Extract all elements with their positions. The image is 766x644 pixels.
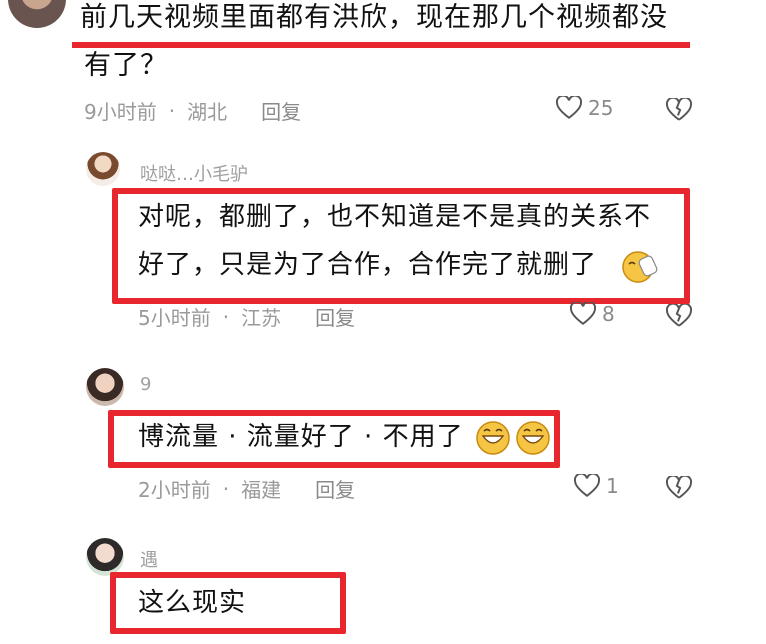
username[interactable]: 遇 <box>140 546 158 572</box>
location: 福建 <box>241 478 282 502</box>
username[interactable]: 9 <box>140 374 151 395</box>
broken-heart-icon <box>665 474 693 499</box>
reply-button[interactable]: 回复 <box>261 96 301 125</box>
like-count: 25 <box>588 96 614 120</box>
like-button[interactable]: 8 <box>570 302 615 326</box>
heart-icon <box>556 96 582 119</box>
reply-meta: 2小时前 · 福建 回复 <box>138 474 355 503</box>
reply-text-continued: 好了，只是为了合作，合作完了就删了 <box>138 250 598 280</box>
reply-text: 博流量 · 流量好了 · 不用了 <box>138 422 464 452</box>
comment-text: 前几天视频里面都有洪欣，现在那几个视频都没 <box>80 2 668 33</box>
like-count: 1 <box>606 474 619 498</box>
avatar[interactable] <box>86 368 124 406</box>
like-button[interactable]: 25 <box>556 96 613 120</box>
reply-text: 对呢，都删了，也不知道是不是真的关系不 <box>138 202 652 232</box>
location: 湖北 <box>187 100 228 124</box>
timestamp: 2小时前 <box>138 478 211 502</box>
heart-icon <box>574 474 600 497</box>
location: 江苏 <box>241 306 282 330</box>
timestamp: 5小时前 <box>138 306 211 330</box>
dislike-button[interactable] <box>665 474 693 504</box>
like-button[interactable]: 1 <box>574 474 619 498</box>
reply-button[interactable]: 回复 <box>315 474 355 503</box>
dislike-button[interactable] <box>665 96 693 126</box>
heart-icon <box>570 302 596 325</box>
timestamp: 9小时前 <box>84 100 157 124</box>
dislike-button[interactable] <box>665 302 693 332</box>
reply-button[interactable]: 回复 <box>315 302 355 331</box>
avatar[interactable] <box>86 152 120 186</box>
broken-heart-icon <box>665 96 693 121</box>
reply-meta: 5小时前 · 江苏 回复 <box>138 302 355 331</box>
comment-text-continued: 有了？ <box>84 50 168 81</box>
laughing-emoji-icon <box>474 420 554 456</box>
avatar[interactable] <box>8 0 66 28</box>
comment-meta: 9小时前 · 湖北 回复 <box>84 96 301 125</box>
like-count: 8 <box>602 302 615 326</box>
reply-text: 这么现实 <box>138 588 247 618</box>
username[interactable]: 哒哒…小毛驴 <box>140 160 248 186</box>
emoji-icon <box>620 250 660 284</box>
broken-heart-icon <box>665 302 693 327</box>
avatar[interactable] <box>86 538 124 576</box>
